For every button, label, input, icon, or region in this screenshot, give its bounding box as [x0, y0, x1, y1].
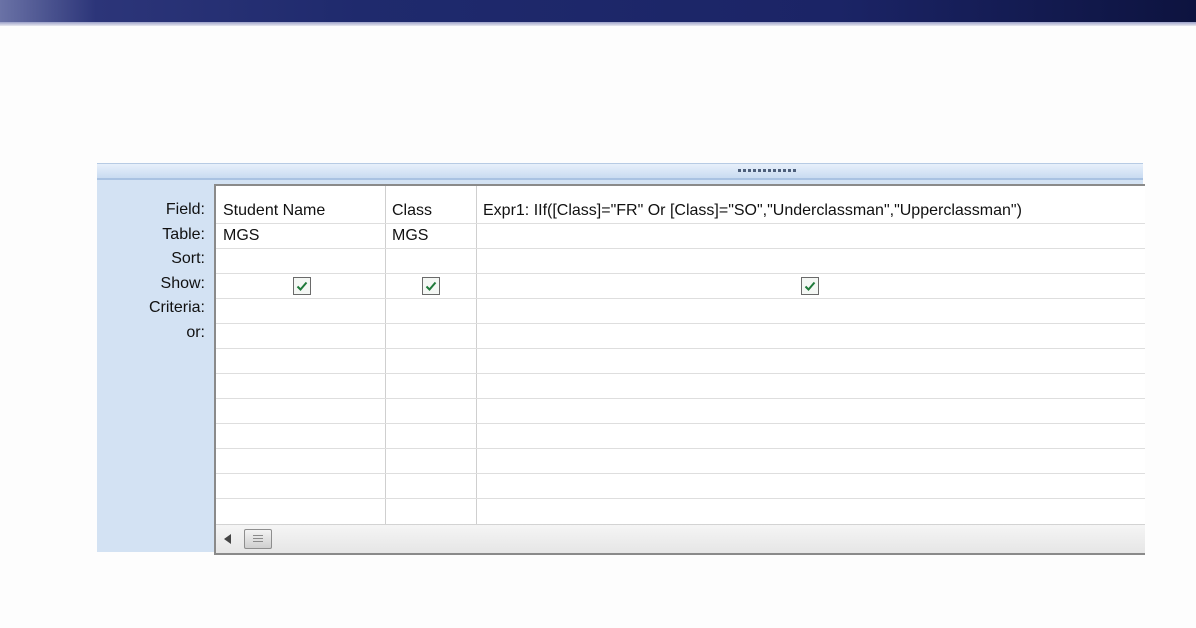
- checkmark-icon: [804, 281, 816, 291]
- table-cell-student-name[interactable]: MGS: [223, 223, 259, 247]
- field-cell-expr1[interactable]: Expr1: IIf([Class]="FR" Or [Class]="SO",…: [483, 198, 1022, 222]
- query-grid: Student Name MGS Class MGS Expr1: IIf([C…: [214, 184, 1145, 555]
- grid-row-line: [216, 248, 1145, 249]
- field-cell-class[interactable]: Class: [392, 198, 432, 222]
- column-separator[interactable]: [385, 186, 386, 525]
- grid-row-line: [216, 223, 1145, 224]
- checkmark-icon: [425, 281, 437, 291]
- horizontal-scrollbar[interactable]: [216, 524, 1145, 553]
- row-label-table: Table:: [162, 225, 205, 243]
- row-label-or: or:: [186, 323, 205, 341]
- grid-row-line: [216, 398, 1145, 399]
- show-checkbox-class[interactable]: [422, 277, 440, 295]
- grid-row-line: [216, 323, 1145, 324]
- row-label-criteria: Criteria:: [148, 299, 205, 316]
- scroll-thumb[interactable]: [244, 529, 272, 549]
- row-label-sort: Sort:: [171, 250, 205, 267]
- pane-splitter[interactable]: [97, 164, 1143, 180]
- row-labels: Field: Table: Sort: Show: Criteria: or:: [97, 198, 209, 345]
- grid-row-line: [216, 373, 1145, 374]
- row-label-show: Show:: [160, 274, 205, 292]
- field-cell-student-name[interactable]: Student Name: [223, 198, 325, 222]
- grid-row-line: [216, 298, 1145, 299]
- splitter-grip-icon[interactable]: [738, 167, 796, 173]
- show-checkbox-expr1[interactable]: [801, 277, 819, 295]
- column-separator[interactable]: [476, 186, 477, 525]
- show-checkbox-student-name[interactable]: [293, 277, 311, 295]
- grid-row-line: [216, 448, 1145, 449]
- row-label-field: Field:: [165, 201, 205, 218]
- grid-row-line: [216, 473, 1145, 474]
- grid-row-line: [216, 273, 1145, 274]
- query-design-grid-pane: Field: Table: Sort: Show: Criteria: or: …: [97, 163, 1145, 555]
- checkmark-icon: [296, 281, 308, 291]
- table-cell-class[interactable]: MGS: [392, 223, 428, 247]
- scroll-left-arrow-icon[interactable]: [224, 534, 231, 544]
- slide-title-band: [0, 0, 1196, 26]
- grid-row-line: [216, 498, 1145, 499]
- grid-row-line: [216, 348, 1145, 349]
- grid-row-line: [216, 423, 1145, 424]
